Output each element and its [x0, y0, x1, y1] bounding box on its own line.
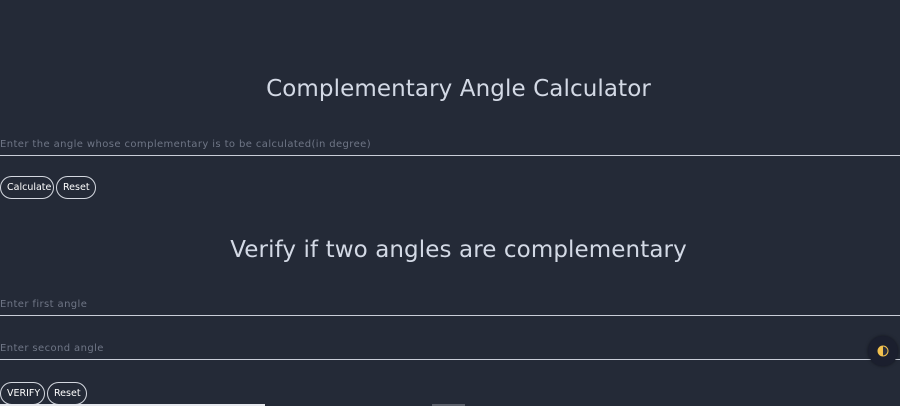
- theme-toggle-button[interactable]: [868, 336, 898, 366]
- angle-input[interactable]: [0, 134, 900, 156]
- verify-reset-button[interactable]: Reset: [47, 382, 87, 405]
- verify-button[interactable]: VERIFY: [0, 382, 45, 405]
- second-angle-input[interactable]: [0, 338, 900, 360]
- calculate-button[interactable]: Calculate: [0, 176, 54, 199]
- first-angle-input[interactable]: [0, 294, 900, 316]
- half-circle-theme-icon: [877, 345, 889, 357]
- calculator-title: Complementary Angle Calculator: [266, 76, 651, 102]
- calculator-reset-button[interactable]: Reset: [56, 176, 96, 199]
- page: Complementary Angle Calculator Calculate…: [0, 0, 900, 406]
- verify-title: Verify if two angles are complementary: [230, 237, 687, 263]
